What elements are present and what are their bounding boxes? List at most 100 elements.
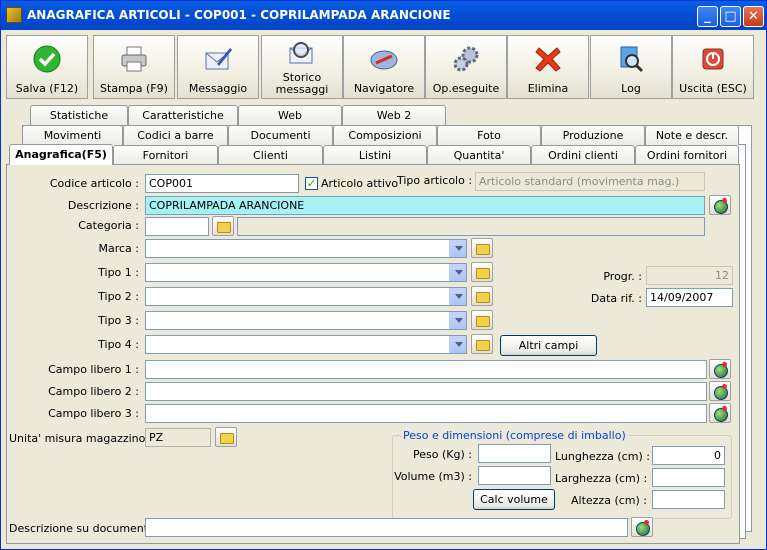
unita-misura-folder-icon[interactable]	[215, 427, 237, 447]
tab-produzione[interactable]: Produzione	[541, 125, 645, 145]
peso-dimensioni-title: Peso e dimensioni (comprese di imballo)	[401, 429, 628, 442]
print-label: Stampa (F9)	[100, 82, 168, 95]
tab-anagrafica[interactable]: Anagrafica(F5)	[9, 144, 113, 165]
exit-button[interactable]: Uscita (ESC)	[672, 35, 754, 99]
altri-campi-button[interactable]: Altri campi	[500, 335, 597, 356]
peso-input[interactable]	[478, 444, 551, 463]
descrizione-translate-globe-icon[interactable]	[709, 195, 731, 215]
altezza-input[interactable]	[652, 490, 725, 509]
categoria-label: Categoria :	[78, 219, 139, 232]
window-title: ANAGRAFICA ARTICOLI - COP001 - COPRILAMP…	[27, 8, 451, 22]
categoria-description-field	[237, 217, 705, 236]
campo-libero-1-label: Campo libero 1 :	[48, 363, 139, 376]
chevron-down-icon[interactable]	[449, 336, 466, 353]
tipo3-select[interactable]	[145, 311, 467, 330]
message-history-button[interactable]: Storico messaggi	[261, 35, 343, 99]
operations-button[interactable]: Op.eseguite	[425, 35, 507, 99]
campo-libero-3-input[interactable]	[145, 404, 707, 423]
campo-libero-2-globe-icon[interactable]	[709, 381, 731, 401]
tipo4-select[interactable]	[145, 335, 467, 354]
close-button[interactable]: ✕	[743, 6, 764, 27]
envelope-search-icon	[289, 42, 313, 64]
delete-label: Elimina	[527, 82, 569, 95]
chevron-down-icon[interactable]	[449, 240, 466, 257]
tipo4-label: Tipo 4 :	[98, 338, 139, 351]
tab-statistiche[interactable]: Statistiche	[30, 105, 128, 125]
tipo-articolo-label: Tipo articolo :	[397, 174, 473, 187]
tab-web-2[interactable]: Web 2	[342, 105, 446, 125]
descrizione-input[interactable]: COPRILAMPADA ARANCIONE	[145, 196, 705, 215]
printer-icon	[121, 46, 147, 72]
message-history-line2: messaggi	[275, 83, 329, 96]
campo-libero-2-input[interactable]	[145, 382, 707, 401]
marca-select[interactable]	[145, 239, 467, 258]
tipo1-label: Tipo 1 :	[98, 266, 139, 279]
save-label: Salva (F12)	[15, 82, 79, 95]
tab-web[interactable]: Web	[238, 105, 342, 125]
tab-documenti[interactable]: Documenti	[228, 125, 333, 145]
chevron-down-icon[interactable]	[449, 312, 466, 329]
message-button[interactable]: Messaggio	[177, 35, 259, 99]
tipo1-folder-icon[interactable]	[471, 262, 493, 282]
gears-icon	[453, 46, 479, 72]
log-button[interactable]: Log	[590, 35, 672, 99]
chevron-down-icon[interactable]	[449, 288, 466, 305]
red-x-icon	[535, 47, 561, 72]
tab-movimenti[interactable]: Movimenti	[22, 125, 123, 145]
message-history-label: Storico messaggi	[262, 72, 342, 96]
campo-libero-3-globe-icon[interactable]	[709, 403, 731, 423]
campo-libero-2-label: Campo libero 2 :	[48, 385, 139, 398]
lunghezza-input[interactable]: 0	[652, 446, 725, 465]
marca-label: Marca :	[98, 242, 139, 255]
tab-caratteristiche[interactable]: Caratteristiche	[128, 105, 238, 125]
tab-fornitori[interactable]: Fornitori	[113, 145, 218, 165]
minimize-button[interactable]: _	[697, 6, 718, 27]
lunghezza-label: Lunghezza (cm) :	[555, 450, 650, 463]
descrizione-documenti-input[interactable]	[145, 518, 628, 537]
delete-button[interactable]: Elimina	[507, 35, 589, 99]
tipo1-select[interactable]	[145, 263, 467, 282]
larghezza-input[interactable]	[652, 468, 725, 487]
tab-listini[interactable]: Listini	[323, 145, 427, 165]
navigator-button[interactable]: Navigatore	[343, 35, 425, 99]
chevron-down-icon[interactable]	[449, 264, 466, 281]
tipo2-folder-icon[interactable]	[471, 286, 493, 306]
tipo3-folder-icon[interactable]	[471, 310, 493, 330]
exit-icon	[702, 48, 724, 70]
tab-composizioni[interactable]: Composizioni	[333, 125, 437, 145]
categoria-folder-icon[interactable]	[212, 216, 234, 236]
marca-folder-icon[interactable]	[471, 238, 493, 258]
save-button[interactable]: Salva (F12)	[6, 35, 88, 99]
volume-input[interactable]	[478, 466, 551, 485]
codice-articolo-input[interactable]: COP001	[145, 174, 299, 193]
tipo2-select[interactable]	[145, 287, 467, 306]
maximize-button[interactable]: □	[720, 6, 741, 27]
tab-ordini-clienti[interactable]: Ordini clienti	[531, 145, 635, 165]
campo-libero-1-input[interactable]	[145, 360, 707, 379]
campo-libero-1-globe-icon[interactable]	[709, 359, 731, 379]
tab-ordini-fornitori[interactable]: Ordini fornitori	[635, 145, 739, 165]
tab-clienti[interactable]: Clienti	[218, 145, 323, 165]
navigator-label: Navigatore	[353, 82, 415, 95]
tab-codici-a-barre[interactable]: Codici a barre	[123, 125, 228, 145]
tab-quantita[interactable]: Quantita'	[427, 145, 531, 165]
calc-volume-button[interactable]: Calc volume	[473, 489, 555, 510]
tab-foto[interactable]: Foto	[437, 125, 541, 145]
data-rif-input[interactable]: 14/09/2007	[646, 288, 733, 307]
tipo4-folder-icon[interactable]	[471, 334, 493, 354]
descrizione-documenti-globe-icon[interactable]	[631, 517, 653, 537]
tab-note-e-descr[interactable]: Note e descr.	[645, 125, 739, 145]
anagrafica-panel: Codice articolo : COP001 ✓ Articolo atti…	[6, 164, 740, 544]
unita-misura-label: Unita' misura magazzino :	[9, 432, 153, 445]
articolo-attivo-checkbox[interactable]: ✓	[305, 177, 318, 190]
categoria-input[interactable]	[145, 217, 209, 236]
unita-misura-field[interactable]: PZ	[145, 428, 211, 447]
print-button[interactable]: Stampa (F9)	[93, 35, 175, 99]
tipo3-label: Tipo 3 :	[98, 314, 139, 327]
title-bar: ANAGRAFICA ARTICOLI - COP001 - COPRILAMP…	[1, 1, 766, 30]
progr-field: 12	[646, 266, 733, 285]
campo-libero-3-label: Campo libero 3 :	[48, 407, 139, 420]
descrizione-documenti-label: Descrizione su documenti:	[9, 522, 155, 535]
app-icon	[6, 7, 22, 23]
tipo-articolo-field[interactable]: Articolo standard (movimenta mag.)	[475, 172, 705, 191]
